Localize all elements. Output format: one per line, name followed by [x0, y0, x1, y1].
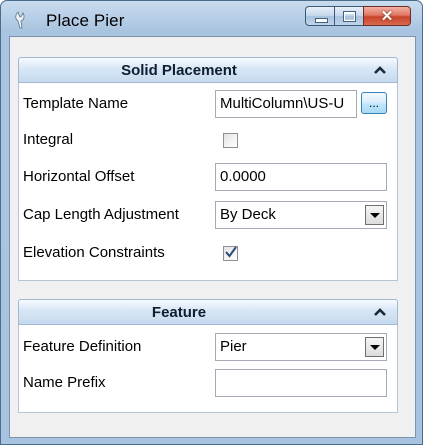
section-title: Feature [151, 304, 207, 321]
close-button[interactable]: ✕ [363, 6, 411, 26]
maximize-button[interactable] [334, 6, 363, 26]
maximize-icon [343, 11, 356, 22]
bentley-app-icon [15, 11, 25, 29]
feature-definition-dropdown[interactable]: Pier [215, 333, 387, 361]
integral-row: Integral [19, 123, 397, 157]
dialog-client-area: Solid Placement Template Name MultiColum… [9, 36, 416, 438]
dropdown-selected-value: Pier [220, 338, 247, 355]
place-pier-window: Place Pier ✕ Solid Placement Template Na… [0, 0, 423, 445]
close-icon: ✕ [380, 8, 394, 25]
checkmark-icon [225, 246, 237, 258]
caption-buttons: ✕ [305, 6, 411, 28]
feature-body: Feature Definition Pier Name Prefix [18, 325, 398, 413]
name-prefix-row: Name Prefix [19, 367, 397, 401]
elevation-constraints-row: Elevation Constraints [19, 237, 397, 271]
chevron-down-icon [370, 345, 380, 350]
feature-header[interactable]: Feature [18, 299, 398, 325]
integral-checkbox[interactable] [223, 133, 238, 148]
template-name-label: Template Name [23, 95, 129, 112]
chevron-up-icon[interactable] [373, 63, 387, 77]
name-prefix-field[interactable] [215, 369, 387, 397]
dropdown-selected-value: By Deck [220, 206, 276, 223]
name-prefix-label: Name Prefix [23, 374, 106, 391]
minimize-icon [315, 18, 328, 23]
minimize-button[interactable] [305, 6, 334, 26]
elevation-constraints-label: Elevation Constraints [23, 244, 165, 261]
dropdown-button[interactable] [365, 337, 384, 357]
cap-length-adjustment-row: Cap Length Adjustment By Deck [19, 199, 397, 233]
template-name-field[interactable]: MultiColumn\US-U [215, 90, 357, 118]
window-title: Place Pier [46, 11, 125, 30]
elevation-constraints-checkbox[interactable] [223, 246, 238, 261]
title-bar[interactable]: Place Pier ✕ [1, 1, 422, 35]
browse-template-button[interactable]: ... [361, 92, 387, 114]
template-name-row: Template Name MultiColumn\US-U ... [19, 87, 397, 121]
horizontal-offset-label: Horizontal Offset [23, 168, 135, 185]
horizontal-offset-field[interactable]: 0.0000 [215, 163, 387, 191]
cap-length-adjustment-label: Cap Length Adjustment [23, 206, 179, 223]
feature-definition-row: Feature Definition Pier [19, 331, 397, 365]
chevron-up-icon[interactable] [373, 305, 387, 319]
section-title: Solid Placement [121, 62, 237, 79]
solid-placement-body: Template Name MultiColumn\US-U ... Integ… [18, 83, 398, 281]
horizontal-offset-row: Horizontal Offset 0.0000 [19, 161, 397, 195]
integral-label: Integral [23, 131, 74, 148]
solid-placement-header[interactable]: Solid Placement [18, 57, 398, 83]
feature-definition-label: Feature Definition [23, 338, 142, 355]
chevron-down-icon [370, 213, 380, 218]
cap-length-adjustment-dropdown[interactable]: By Deck [215, 201, 387, 229]
dropdown-button[interactable] [365, 205, 384, 225]
